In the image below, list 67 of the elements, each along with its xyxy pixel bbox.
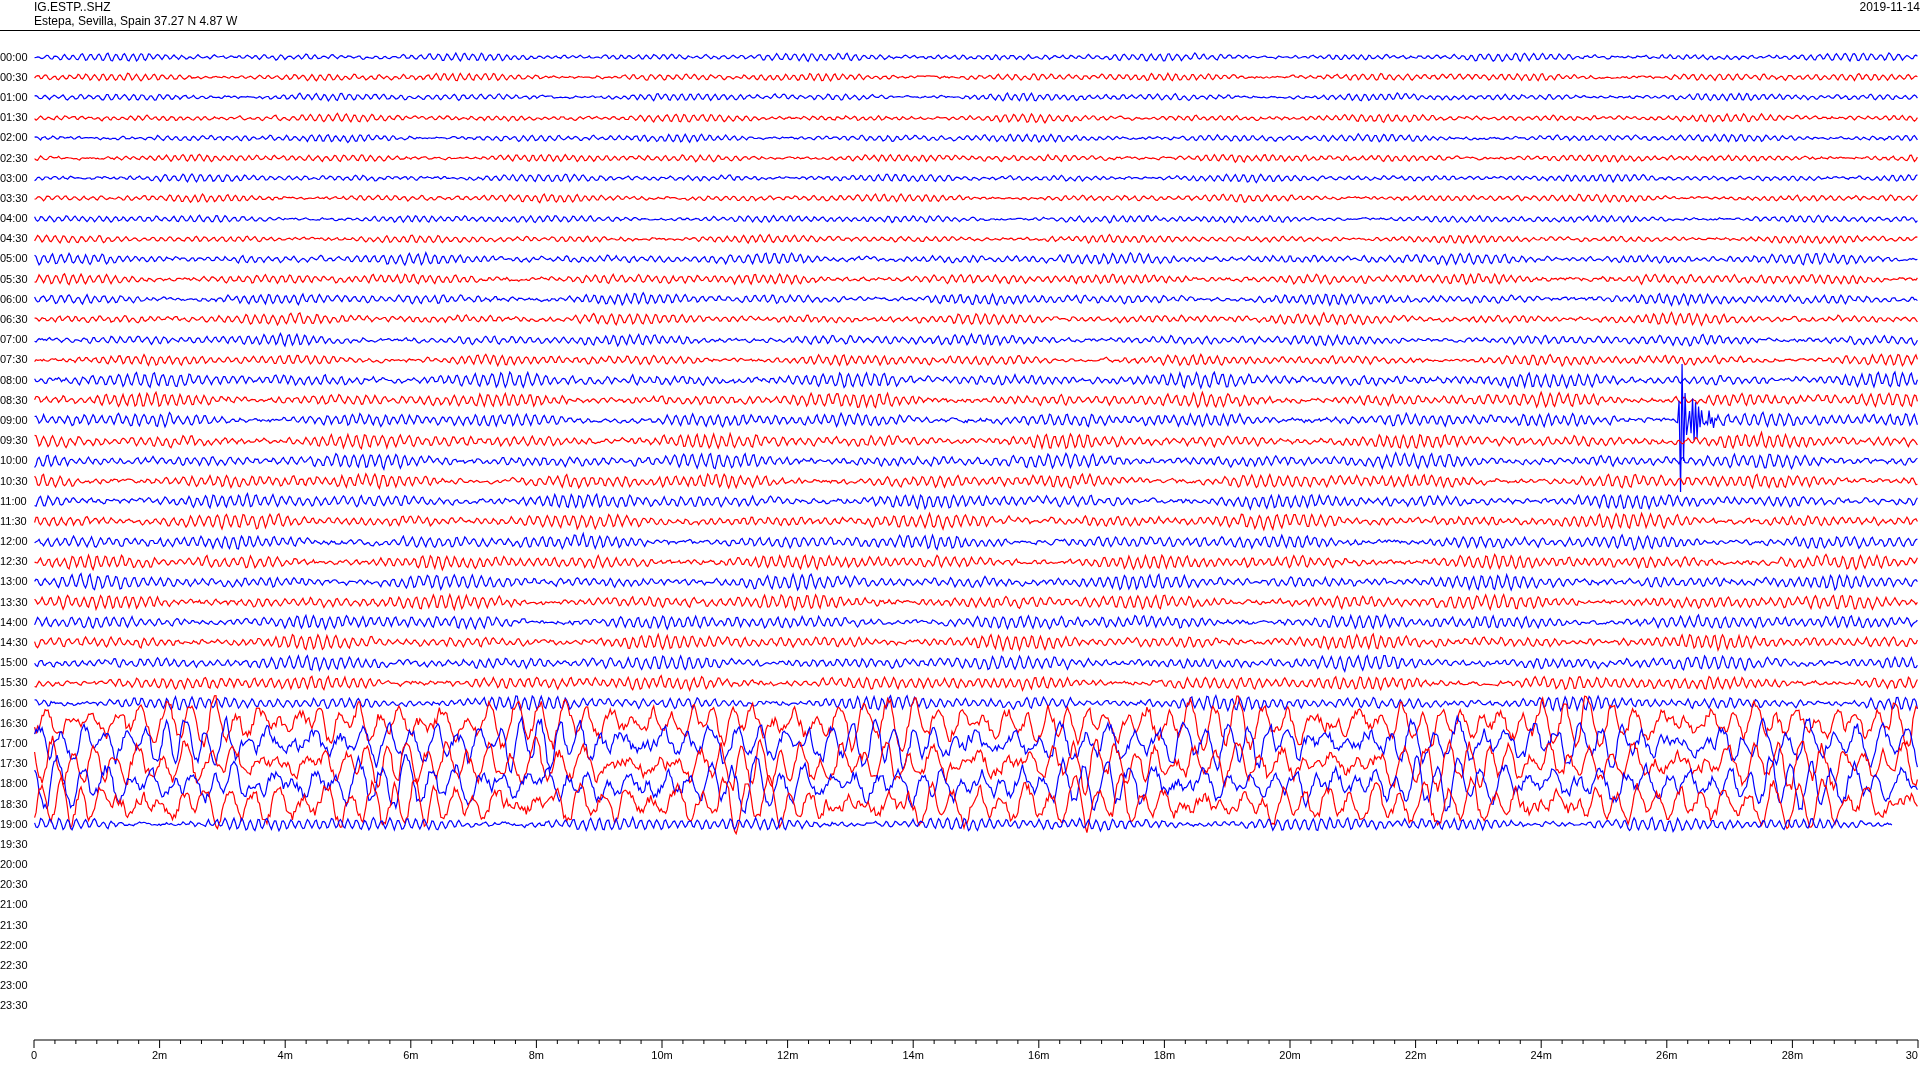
time-label: 21:30 [0, 918, 29, 932]
time-label: 01:00 [0, 90, 29, 104]
axis-label: 22m [1404, 1049, 1427, 1061]
axis-label: 4m [277, 1049, 293, 1061]
time-label: 07:00 [0, 333, 29, 347]
time-label: 04:00 [0, 212, 29, 226]
time-label: 22:00 [0, 938, 29, 952]
time-label: 02:00 [0, 131, 29, 145]
time-label: 15:30 [0, 676, 29, 690]
axis-label: 16m [1028, 1049, 1050, 1061]
time-label: 20:30 [0, 878, 29, 892]
time-label: 11:30 [0, 514, 28, 528]
time-label: 20:00 [0, 858, 29, 872]
time-label: 05:00 [0, 252, 29, 266]
time-label: 22:30 [0, 959, 29, 973]
station-location: Estepa, Sevilla, Spain 37.27 N 4.87 W [34, 14, 238, 28]
time-label: 03:00 [0, 171, 29, 185]
axis-label: 24m [1530, 1049, 1552, 1061]
axis-label: 2m [151, 1049, 168, 1061]
time-label: 08:30 [0, 393, 29, 407]
time-label: 23:00 [0, 979, 29, 993]
time-label: 08:00 [0, 373, 29, 387]
time-label: 16:00 [0, 696, 29, 710]
time-label: 17:30 [0, 757, 29, 771]
time-label: 19:00 [0, 817, 29, 831]
record-date: 2019-11-14 [1859, 0, 1920, 14]
axis-label: 28m [1781, 1049, 1804, 1061]
axis-label: 30 [1905, 1049, 1918, 1061]
time-label: 10:00 [0, 454, 29, 468]
time-label: 13:00 [0, 575, 29, 589]
axis-label: 14m [902, 1049, 924, 1061]
time-label: 07:30 [0, 353, 29, 367]
time-label: 11:00 [0, 494, 28, 508]
time-label: 12:30 [0, 555, 29, 569]
time-label: 05:30 [0, 272, 29, 286]
time-label: 15:00 [0, 656, 29, 670]
time-label: 09:00 [0, 413, 29, 427]
time-label: 18:30 [0, 797, 29, 811]
time-label: 21:00 [0, 898, 29, 912]
axis-label: 8m [528, 1049, 545, 1061]
time-label: 14:30 [0, 636, 29, 650]
time-label: 18:00 [0, 777, 29, 791]
time-label: 17:00 [0, 736, 29, 750]
time-label: 06:30 [0, 313, 29, 327]
time-label: 14:00 [0, 615, 29, 629]
time-label: 13:30 [0, 595, 29, 609]
axis-label: 12m [776, 1049, 799, 1061]
axis-label: 18m [1153, 1049, 1176, 1061]
axis-label: 10m [651, 1049, 673, 1061]
time-label: 00:00 [0, 50, 29, 64]
time-label: 04:30 [0, 232, 29, 246]
time-label: 16:30 [0, 716, 29, 730]
time-label: 03:30 [0, 191, 29, 205]
time-label: 00:30 [0, 70, 29, 84]
time-label: 19:30 [0, 837, 29, 851]
station-code: IG.ESTP..SHZ [34, 0, 112, 14]
axis-label: 6m [403, 1049, 419, 1061]
time-label: 01:30 [0, 111, 29, 125]
axis-label: 20m [1279, 1049, 1301, 1061]
time-label: 02:30 [0, 151, 29, 165]
time-label: 09:30 [0, 434, 29, 448]
axis-label: 0 [31, 1049, 38, 1061]
axis-label: 26m [1656, 1049, 1678, 1061]
time-label: 12:00 [0, 535, 29, 549]
time-label: 23:30 [0, 999, 29, 1013]
time-label: 10:30 [0, 474, 29, 488]
time-label: 06:00 [0, 292, 29, 306]
